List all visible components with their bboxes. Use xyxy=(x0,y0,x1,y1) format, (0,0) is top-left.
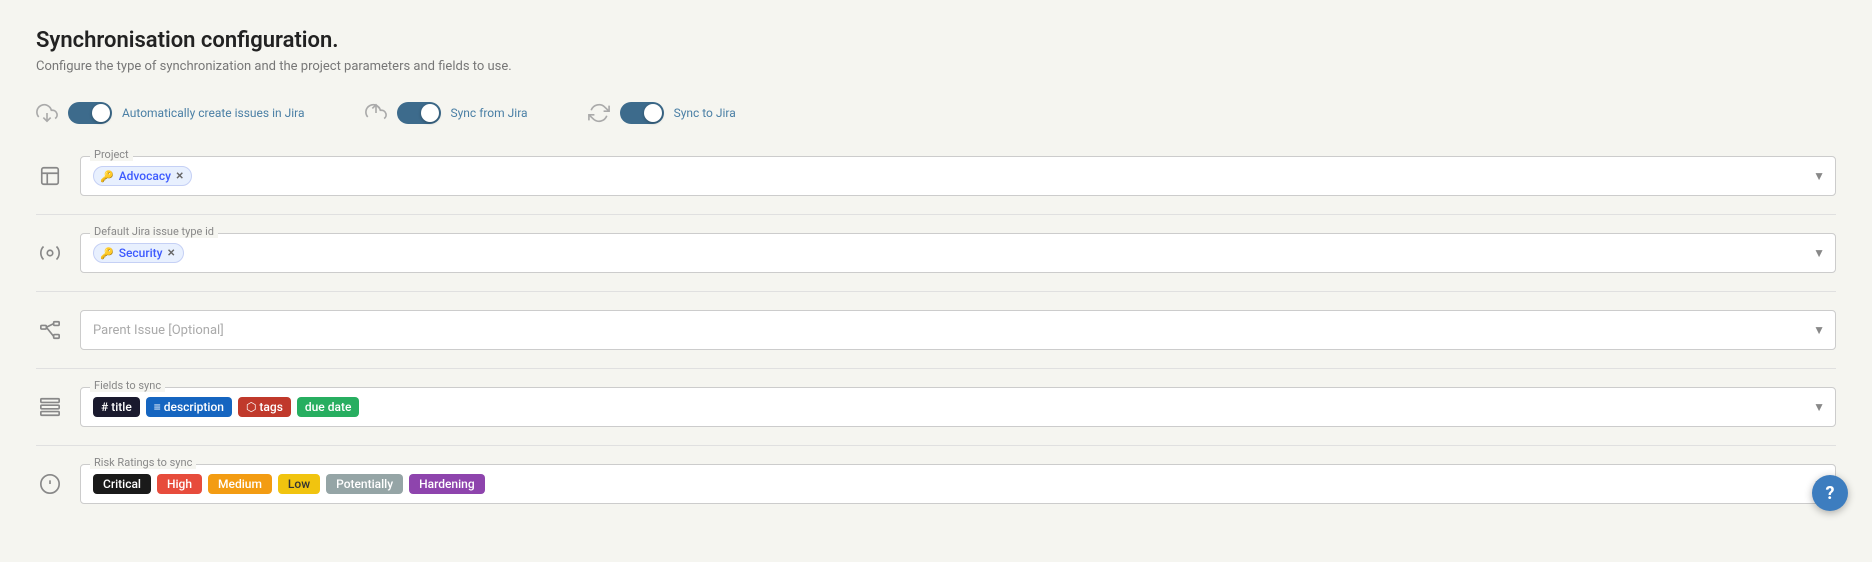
advocacy-chip-label: Advocacy xyxy=(119,169,171,183)
issue-type-dropdown-arrow: ▼ xyxy=(1813,246,1825,260)
project-row: Project 🔑 Advocacy × ▼ xyxy=(36,156,1836,196)
toggle-sync-from-switch[interactable] xyxy=(397,102,441,124)
cloud-sync-icon xyxy=(588,102,610,124)
chip-title: # title xyxy=(93,397,140,417)
risk-ratings-label: Risk Ratings to sync xyxy=(90,456,196,469)
fields-to-sync-row: Fields to sync # title ≡ description ⬡ t… xyxy=(36,387,1836,427)
toggle-sync-from: Sync from Jira xyxy=(365,102,528,124)
chip-potentially: Potentially xyxy=(326,474,403,494)
risk-ratings-row: Risk Ratings to sync Critical High Mediu… xyxy=(36,464,1836,504)
main-content: Synchronisation configuration. Configure… xyxy=(0,0,1872,562)
fields-to-sync-label: Fields to sync xyxy=(90,379,165,392)
toggle-auto-create-switch[interactable] xyxy=(68,102,112,124)
fields-to-sync-dropdown[interactable]: # title ≡ description ⬡ tags due date ▼ xyxy=(80,387,1836,427)
risk-ratings-dropdown[interactable]: Critical High Medium Low Potentially Har… xyxy=(80,464,1836,504)
parent-issue-row: Parent Issue [Optional] ▼ xyxy=(36,310,1836,350)
parent-issue-icon xyxy=(36,316,64,344)
page-title: Synchronisation configuration. xyxy=(36,28,1836,53)
divider-1 xyxy=(36,214,1836,215)
toggle-auto-create: Automatically create issues in Jira xyxy=(36,102,305,124)
security-chip: 🔑 Security × xyxy=(93,243,184,263)
parent-issue-field-container: Parent Issue [Optional] ▼ xyxy=(80,310,1836,350)
parent-issue-dropdown-arrow: ▼ xyxy=(1813,323,1825,337)
security-chip-icon: 🔑 xyxy=(100,247,114,260)
security-chip-label: Security xyxy=(119,246,163,260)
chip-description: ≡ description xyxy=(146,397,232,417)
divider-3 xyxy=(36,368,1836,369)
project-field-container: Project 🔑 Advocacy × ▼ xyxy=(80,156,1836,196)
toggle-sync-to-label: Sync to Jira xyxy=(674,106,736,120)
advocacy-chip-close[interactable]: × xyxy=(176,169,183,183)
chip-due-date: due date xyxy=(297,397,360,417)
chip-tags: ⬡ tags xyxy=(238,397,291,417)
toggle-row: Automatically create issues in Jira Sync… xyxy=(36,102,1836,124)
cloud-download-icon xyxy=(36,102,58,124)
chip-hardening: Hardening xyxy=(409,474,485,494)
divider-4 xyxy=(36,445,1836,446)
issue-type-label: Default Jira issue type id xyxy=(90,225,218,238)
chip-low: Low xyxy=(278,474,320,494)
issue-type-field-container: Default Jira issue type id 🔑 Security × … xyxy=(80,233,1836,273)
cloud-upload-icon xyxy=(365,102,387,124)
toggle-auto-create-label: Automatically create issues in Jira xyxy=(122,106,305,120)
parent-issue-placeholder: Parent Issue [Optional] xyxy=(93,323,224,338)
fields-to-sync-icon xyxy=(36,393,64,421)
toggle-sync-to: Sync to Jira xyxy=(588,102,736,124)
advocacy-chip-icon: 🔑 xyxy=(100,170,114,183)
risk-ratings-container: Risk Ratings to sync Critical High Mediu… xyxy=(80,464,1836,504)
project-dropdown-arrow: ▼ xyxy=(1813,169,1825,183)
project-icon xyxy=(36,162,64,190)
project-chip-advocacy: 🔑 Advocacy × xyxy=(93,166,192,186)
page-subtitle: Configure the type of synchronization an… xyxy=(36,59,1836,74)
help-button[interactable]: ? xyxy=(1812,475,1848,511)
security-chip-close[interactable]: × xyxy=(168,246,175,260)
issue-type-icon xyxy=(36,239,64,267)
parent-issue-dropdown[interactable]: Parent Issue [Optional] ▼ xyxy=(80,310,1836,350)
issue-type-dropdown[interactable]: 🔑 Security × ▼ xyxy=(80,233,1836,273)
project-label: Project xyxy=(90,148,133,161)
project-dropdown[interactable]: 🔑 Advocacy × ▼ xyxy=(80,156,1836,196)
divider-2 xyxy=(36,291,1836,292)
chip-medium: Medium xyxy=(208,474,272,494)
toggle-sync-from-label: Sync from Jira xyxy=(451,106,528,120)
chip-high: High xyxy=(157,474,202,494)
fields-sync-dropdown-arrow: ▼ xyxy=(1813,400,1825,414)
issue-type-row: Default Jira issue type id 🔑 Security × … xyxy=(36,233,1836,273)
chip-critical: Critical xyxy=(93,474,151,494)
fields-to-sync-container: Fields to sync # title ≡ description ⬡ t… xyxy=(80,387,1836,427)
risk-ratings-icon xyxy=(36,470,64,498)
toggle-sync-to-switch[interactable] xyxy=(620,102,664,124)
